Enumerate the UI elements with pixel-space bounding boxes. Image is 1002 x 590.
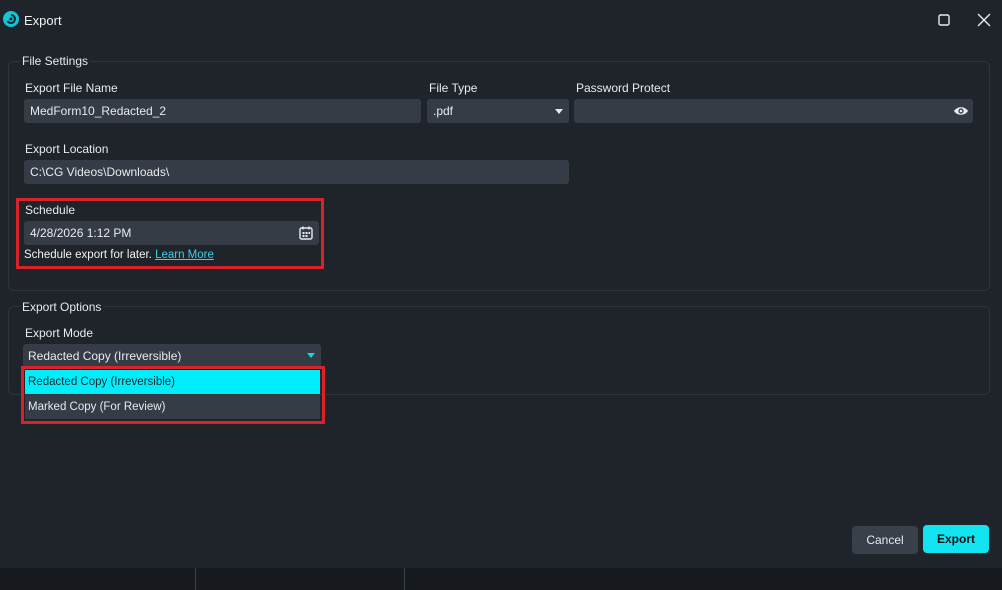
export-mode-value: Redacted Copy (Irreversible) bbox=[28, 349, 182, 363]
file-type-value: .pdf bbox=[433, 104, 454, 118]
eye-icon[interactable] bbox=[953, 103, 969, 119]
chevron-down-icon bbox=[555, 109, 563, 114]
close-icon[interactable] bbox=[974, 10, 994, 30]
export-mode-select[interactable]: Redacted Copy (Irreversible) bbox=[23, 344, 321, 368]
file-type-select[interactable]: .pdf bbox=[427, 99, 569, 123]
export-options-legend: Export Options bbox=[20, 300, 104, 314]
window-title: Export bbox=[24, 13, 62, 28]
password-protect-label: Password Protect bbox=[576, 81, 671, 95]
export-file-name-label: Export File Name bbox=[25, 81, 118, 95]
cancel-button[interactable]: Cancel bbox=[852, 526, 918, 554]
export-button[interactable]: Export bbox=[923, 525, 989, 553]
app-logo-icon bbox=[3, 11, 19, 27]
password-protect-input[interactable] bbox=[574, 99, 973, 123]
bottom-strip bbox=[0, 568, 1002, 590]
export-location-input[interactable]: C:\CG Videos\Downloads\ bbox=[24, 160, 569, 184]
export-mode-dropdown-highlight-box bbox=[21, 366, 325, 424]
title-bar: Export bbox=[0, 0, 1002, 40]
maximize-icon[interactable] bbox=[934, 10, 954, 30]
file-type-label: File Type bbox=[429, 81, 478, 95]
export-file-name-value: MedForm10_Redacted_2 bbox=[30, 104, 167, 118]
schedule-highlight-box bbox=[16, 198, 324, 269]
file-settings-legend: File Settings bbox=[20, 54, 91, 68]
strip-divider bbox=[404, 568, 405, 590]
export-location-label: Export Location bbox=[25, 142, 109, 156]
export-file-name-input[interactable]: MedForm10_Redacted_2 bbox=[24, 99, 421, 123]
strip-divider bbox=[195, 568, 196, 590]
export-location-value: C:\CG Videos\Downloads\ bbox=[30, 165, 170, 179]
chevron-down-icon bbox=[307, 353, 315, 358]
export-mode-label: Export Mode bbox=[25, 326, 94, 340]
